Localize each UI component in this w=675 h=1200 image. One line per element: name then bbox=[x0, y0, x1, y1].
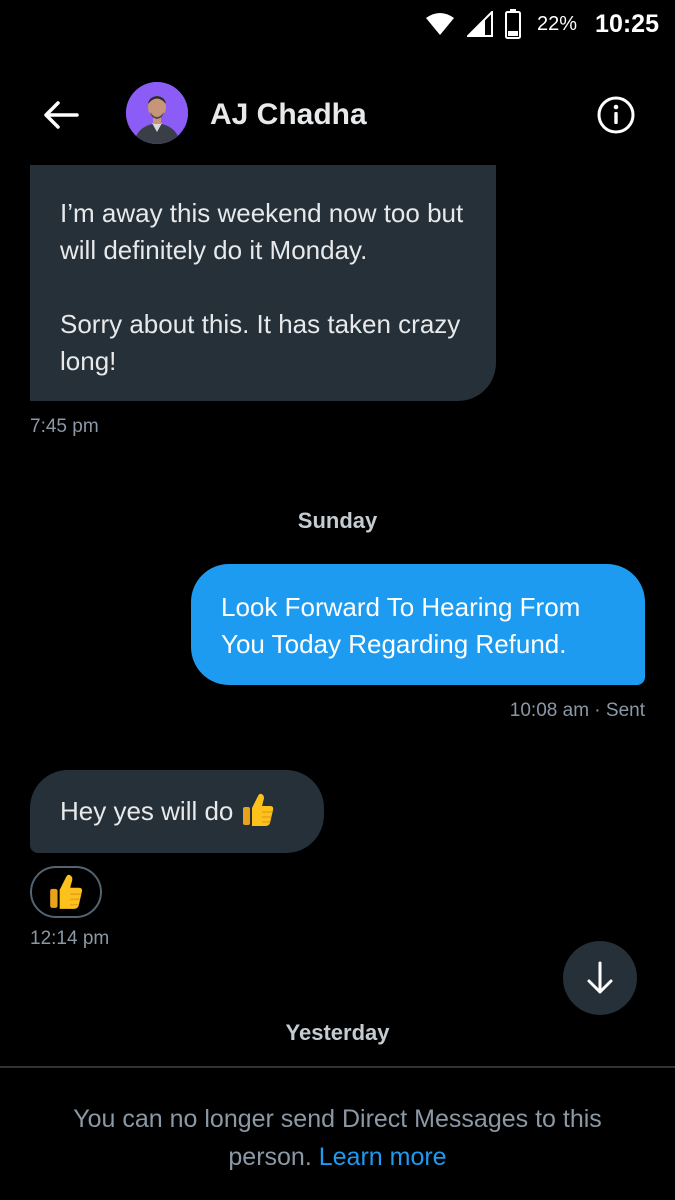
conversation-header: AJ Chadha bbox=[0, 78, 675, 150]
status-icons: 22% 10:25 bbox=[425, 6, 659, 42]
arrow-down-icon bbox=[587, 961, 613, 994]
learn-more-link[interactable]: Learn more bbox=[319, 1143, 447, 1171]
contact-name[interactable]: AJ Chadha bbox=[210, 98, 367, 132]
day-separator: Yesterday bbox=[285, 1020, 390, 1045]
message-text: Hey yes will do bbox=[60, 796, 234, 826]
dm-disabled-footer: You can no longer send Direct Messages t… bbox=[0, 1066, 675, 1200]
avatar[interactable] bbox=[126, 82, 188, 144]
message-timestamp: 12:14 pm bbox=[30, 928, 110, 949]
clock: 10:25 bbox=[595, 9, 659, 38]
battery-percent: 22% bbox=[537, 12, 578, 35]
message-text: I’m away this weekend now too but will d… bbox=[60, 198, 464, 265]
thumbs-up-icon bbox=[243, 793, 274, 826]
thumbs-up-icon bbox=[50, 874, 83, 909]
message-bubble-incoming[interactable]: Hey yes will do bbox=[30, 770, 324, 853]
back-button[interactable] bbox=[40, 94, 82, 136]
message-text: Sorry about this. It has taken crazy lon… bbox=[60, 309, 461, 376]
scroll-to-bottom-button[interactable] bbox=[563, 941, 637, 1015]
dm-disabled-notice: You can no longer send Direct Messages t… bbox=[0, 1100, 675, 1176]
info-circle-icon bbox=[597, 96, 635, 134]
wifi-icon bbox=[425, 12, 455, 36]
cell-signal-icon bbox=[467, 11, 494, 37]
message-text: Look Forward To Hearing From You Today R… bbox=[221, 592, 581, 659]
day-separator: Sunday bbox=[297, 508, 378, 533]
message-bubble-incoming[interactable]: I’m away this weekend now too but will d… bbox=[30, 165, 496, 401]
conversation-info-button[interactable] bbox=[595, 94, 637, 136]
arrow-left-icon bbox=[44, 101, 79, 129]
avatar-portrait bbox=[126, 82, 188, 144]
status-bar: 22% 10:25 bbox=[0, 0, 675, 48]
message-timestamp: 7:45 pm bbox=[30, 416, 99, 437]
message-bubble-outgoing[interactable]: Look Forward To Hearing From You Today R… bbox=[191, 564, 645, 685]
message-timestamp: 10:08 am · Sent bbox=[509, 700, 645, 721]
battery-icon bbox=[505, 9, 522, 39]
message-reaction[interactable] bbox=[30, 866, 102, 918]
